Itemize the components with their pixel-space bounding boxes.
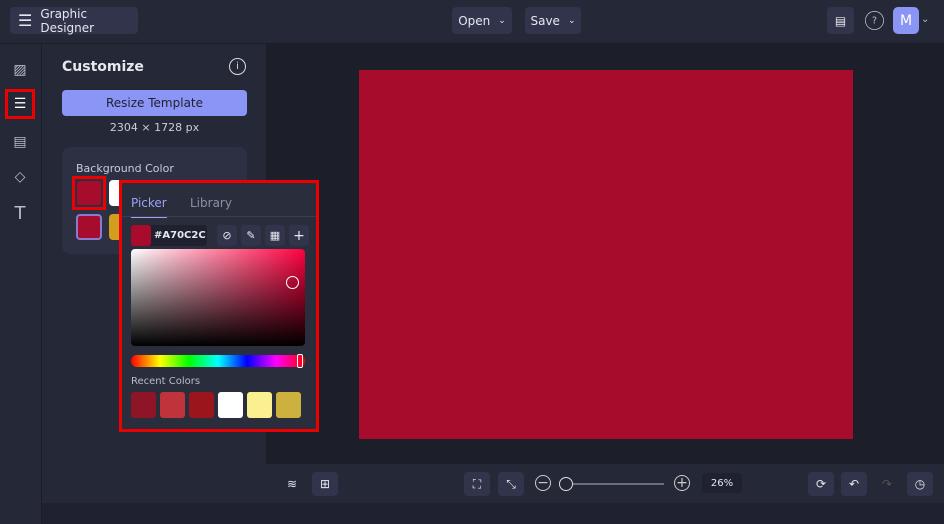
- grid-icon[interactable]: ▦: [265, 225, 285, 246]
- help-icon[interactable]: ?: [865, 11, 884, 30]
- hamburger-icon: ☰: [18, 11, 33, 30]
- tab-library[interactable]: Library: [190, 196, 232, 210]
- grid-view-icon[interactable]: ⊞: [312, 472, 338, 496]
- saturation-area[interactable]: [131, 249, 305, 346]
- zoom-in-icon[interactable]: +: [674, 475, 690, 491]
- panel-title: Customize: [62, 59, 144, 75]
- resize-template-button[interactable]: Resize Template: [62, 90, 247, 116]
- canvas-area: [266, 44, 944, 463]
- menu-button[interactable]: ☰ Graphic Designer: [10, 6, 138, 35]
- info-icon[interactable]: i: [229, 58, 246, 75]
- hue-handle[interactable]: [297, 354, 303, 368]
- hex-value: #A70C2C: [154, 230, 206, 241]
- current-color-swatch[interactable]: [72, 176, 106, 210]
- zoom-slider[interactable]: [559, 477, 664, 491]
- chevron-down-icon: ⌄: [498, 15, 506, 26]
- zoom-level[interactable]: 26%: [702, 473, 742, 493]
- recent-color-swatch[interactable]: [160, 392, 185, 418]
- saturation-handle[interactable]: [286, 276, 299, 289]
- open-label: Open: [458, 13, 491, 28]
- redo-icon[interactable]: ↷: [874, 472, 900, 496]
- chevron-down-icon[interactable]: ⌄: [921, 14, 929, 25]
- hex-input[interactable]: #A70C2C: [131, 225, 207, 246]
- color-picker-popover: Picker Library #A70C2C ⊘ ✎ ▦ + Recent Co…: [119, 180, 319, 432]
- recent-color-swatch[interactable]: [247, 392, 272, 418]
- layout-icon[interactable]: ▤: [8, 130, 32, 154]
- image-icon[interactable]: ▨: [8, 58, 32, 82]
- tab-picker[interactable]: Picker: [131, 196, 167, 218]
- hue-slider[interactable]: [131, 354, 305, 368]
- add-color-icon[interactable]: +: [289, 225, 309, 246]
- avatar[interactable]: M: [893, 7, 919, 34]
- zoom-out-icon[interactable]: −: [535, 475, 551, 491]
- save-label: Save: [530, 13, 560, 28]
- history-icon[interactable]: ◷: [907, 472, 933, 496]
- text-icon[interactable]: T: [8, 201, 32, 225]
- design-canvas[interactable]: [359, 70, 853, 439]
- zoom-handle[interactable]: [559, 477, 573, 491]
- recent-colors: [131, 392, 301, 418]
- shapes-icon[interactable]: ◇: [8, 165, 32, 189]
- sliders-icon[interactable]: ☰: [5, 89, 35, 119]
- save-button[interactable]: Save ⌄: [525, 7, 581, 34]
- recent-color-swatch[interactable]: [276, 392, 301, 418]
- app-title: Graphic Designer: [40, 6, 95, 35]
- sync-icon[interactable]: ⟳: [808, 472, 834, 496]
- top-bar: ☰ Graphic Designer Open ⌄ Save ⌄ ▤ ? M ⌄: [0, 0, 944, 44]
- bg-color-label: Background Color: [76, 162, 174, 175]
- no-color-icon[interactable]: ⊘: [217, 225, 237, 246]
- layers-icon[interactable]: ≋: [279, 472, 305, 496]
- undo-icon[interactable]: ↶: [841, 472, 867, 496]
- chevron-down-icon: ⌄: [567, 15, 576, 26]
- open-button[interactable]: Open ⌄: [452, 7, 512, 34]
- shrink-icon[interactable]: ⤡: [498, 472, 524, 496]
- tool-rail: ▨ ☰ ▤ ◇ T: [0, 44, 42, 524]
- recent-color-swatch[interactable]: [218, 392, 243, 418]
- recent-color-swatch[interactable]: [131, 392, 156, 418]
- color-swatch[interactable]: [76, 214, 102, 240]
- eyedropper-icon[interactable]: ✎: [241, 225, 261, 246]
- recent-colors-label: Recent Colors: [131, 376, 201, 387]
- dimensions-text: 2304 × 1728 px: [109, 121, 200, 134]
- comments-icon[interactable]: ▤: [827, 7, 854, 34]
- fit-screen-icon[interactable]: ⛶: [464, 472, 490, 496]
- recent-color-swatch[interactable]: [189, 392, 214, 418]
- bottom-bar: ≋ ⊞ ⛶ ⤡ − + 26% ⟳ ↶ ↷ ◷: [266, 463, 944, 503]
